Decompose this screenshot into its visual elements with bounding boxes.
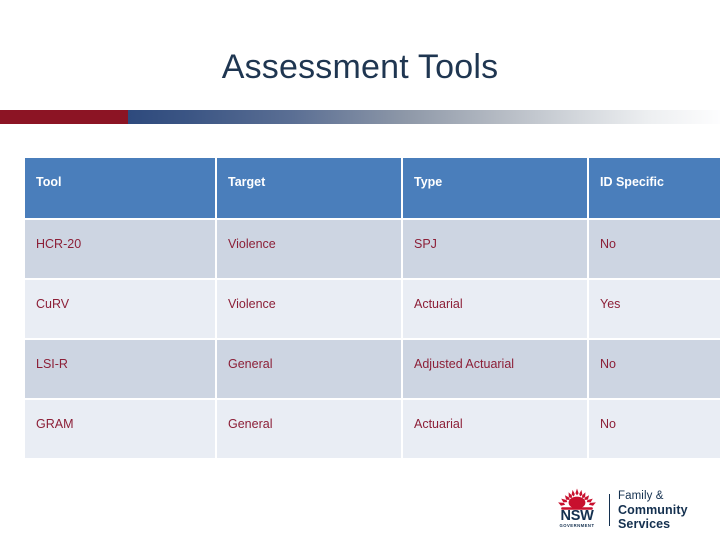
cell-id-specific: No — [589, 220, 720, 278]
cell-type: Actuarial — [403, 280, 587, 338]
cell-id-specific: No — [589, 340, 720, 398]
page-title: Assessment Tools — [221, 48, 499, 86]
assessment-tools-table: Tool Target Type ID Specific HCR-20 Viol… — [23, 156, 720, 460]
cell-type: SPJ — [403, 220, 587, 278]
table-header-row: Tool Target Type ID Specific — [25, 158, 720, 218]
cell-type: Actuarial — [403, 400, 587, 458]
logo-divider — [609, 494, 610, 526]
cell-target: General — [217, 340, 401, 398]
cell-tool: LSI-R — [25, 340, 215, 398]
cell-tool: CuRV — [25, 280, 215, 338]
column-header-type: Type — [403, 158, 587, 218]
cell-id-specific: Yes — [589, 280, 720, 338]
column-header-target: Target — [217, 158, 401, 218]
accent-bar-red-segment — [0, 110, 128, 124]
column-header-id-specific: ID Specific — [589, 158, 720, 218]
logo-agency-line-1: Family & — [618, 489, 664, 502]
nsw-government-lockup: NSW GOVERNMENT — [551, 488, 603, 532]
column-header-tool: Tool — [25, 158, 215, 218]
table-row: HCR-20 Violence SPJ No — [25, 220, 720, 278]
table-row: CuRV Violence Actuarial Yes — [25, 280, 720, 338]
cell-target: Violence — [217, 220, 401, 278]
table-row: GRAM General Actuarial No — [25, 400, 720, 458]
accent-bar-gradient-segment — [128, 110, 720, 124]
cell-type: Adjusted Actuarial — [403, 340, 587, 398]
cell-target: General — [217, 400, 401, 458]
cell-id-specific: No — [589, 400, 720, 458]
nsw-waratah-icon — [558, 488, 596, 510]
nsw-fcs-logo: NSW GOVERNMENT Family & Community Servic… — [551, 487, 711, 533]
logo-jurisdiction-subtext: GOVERNMENT — [559, 523, 595, 528]
logo-agency-line-2: Community Services — [618, 502, 688, 531]
cell-tool: HCR-20 — [25, 220, 215, 278]
cell-target: Violence — [217, 280, 401, 338]
logo-agency-name: Family & Community Services — [618, 490, 711, 531]
table-row: LSI-R General Adjusted Actuarial No — [25, 340, 720, 398]
accent-bar — [0, 110, 720, 124]
logo-jurisdiction-text: NSW — [560, 508, 594, 524]
cell-tool: GRAM — [25, 400, 215, 458]
